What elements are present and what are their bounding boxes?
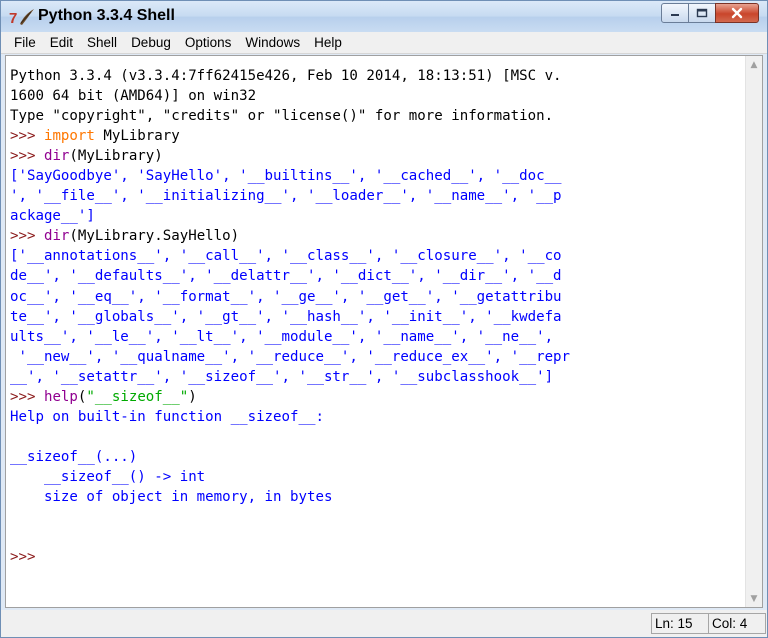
console-text: (MyLibrary) xyxy=(69,148,163,165)
console-line: 1600 64 bit (AMD64)] on win32 xyxy=(10,86,738,106)
console-line: size of object in memory, in bytes xyxy=(10,487,738,507)
close-icon xyxy=(731,7,743,19)
menu-bar: File Edit Shell Debug Options Windows He… xyxy=(1,32,767,54)
window-title: Python 3.3.4 Shell xyxy=(38,7,175,24)
console-text: ['__annotations__', '__call__', '__class… xyxy=(10,248,562,265)
title-bar[interactable]: 7 Python 3.3.4 Shell xyxy=(1,1,767,32)
console-line: ', '__file__', '__initializing__', '__lo… xyxy=(10,186,738,206)
shell-prompt: >>> xyxy=(10,388,44,405)
console-text: help xyxy=(43,388,78,405)
console-text: ackage__'] xyxy=(10,208,95,225)
svg-text:7: 7 xyxy=(9,10,17,27)
console-text: oc__', '__eq__', '__format__', '__ge__',… xyxy=(10,288,562,305)
console-text: te__', '__globals__', '__gt__', '__hash_… xyxy=(10,308,562,325)
menu-debug[interactable]: Debug xyxy=(124,35,178,50)
console-line: >>> dir(MyLibrary.SayHello) xyxy=(10,226,738,246)
console-line: ['SayGoodbye', 'SayHello', '__builtins__… xyxy=(10,166,738,186)
menu-file[interactable]: File xyxy=(7,35,43,50)
console-text: dir xyxy=(43,228,70,245)
console-line: __sizeof__() -> int xyxy=(10,467,738,487)
console-line: '__new__', '__qualname__', '__reduce__',… xyxy=(10,347,738,367)
console-line: >>> xyxy=(10,547,738,567)
console-line: de__', '__defaults__', '__delattr__', '_… xyxy=(10,266,738,286)
menu-edit[interactable]: Edit xyxy=(43,35,80,50)
scroll-up-button[interactable]: ▲ xyxy=(746,56,762,73)
console-line: ackage__'] xyxy=(10,206,738,226)
console-text: ults__', '__le__', '__lt__', '__module__… xyxy=(10,328,554,345)
vertical-scrollbar[interactable]: ▲ ▼ xyxy=(745,56,762,607)
console-text: __sizeof__() -> int xyxy=(10,468,206,485)
console-line: Help on built-in function __sizeof__: xyxy=(10,407,738,427)
minimize-icon xyxy=(671,14,679,16)
console-line: ['__annotations__', '__call__', '__class… xyxy=(10,246,738,266)
maximize-button[interactable] xyxy=(688,3,716,23)
console-text: Python 3.3.4 (v3.3.4:7ff62415e426, Feb 1… xyxy=(10,68,562,84)
console-line: >>> import MyLibrary xyxy=(10,126,738,146)
arrow-down-icon: ▼ xyxy=(750,593,758,604)
console-text: ['SayGoodbye', 'SayHello', '__builtins__… xyxy=(10,168,562,185)
console-line: Type "copyright", "credits" or "license(… xyxy=(10,106,738,126)
menu-shell[interactable]: Shell xyxy=(80,35,124,50)
shell-prompt: >>> xyxy=(10,128,44,145)
shell-text-area[interactable]: Python 3.3.4 (v3.3.4:7ff62415e426, Feb 1… xyxy=(5,55,763,608)
close-button[interactable] xyxy=(715,3,759,23)
arrow-up-icon: ▲ xyxy=(750,59,758,70)
status-line-number: Ln: 15 xyxy=(651,613,709,634)
console-line: >>> help("__sizeof__") xyxy=(10,387,738,407)
console-line: __', '__setattr__', '__sizeof__', '__str… xyxy=(10,367,738,387)
console-text: ) xyxy=(188,388,197,405)
console-text: __', '__setattr__', '__sizeof__', '__str… xyxy=(10,368,554,385)
minimize-button[interactable] xyxy=(661,3,689,23)
console-text: import xyxy=(43,128,95,145)
console-text: Type "copyright", "credits" or "license(… xyxy=(10,108,554,125)
console-text: Help on built-in function __sizeof__: xyxy=(10,408,324,425)
status-column-number: Col: 4 xyxy=(708,613,766,634)
console-line: te__', '__globals__', '__gt__', '__hash_… xyxy=(10,307,738,327)
console-text: (MyLibrary.SayHello) xyxy=(69,228,240,245)
shell-prompt: >>> xyxy=(10,148,44,165)
menu-windows[interactable]: Windows xyxy=(238,35,307,50)
console-text: size of object in memory, in bytes xyxy=(10,488,333,505)
window-controls xyxy=(661,3,759,25)
python-tk-feather-icon: 7 xyxy=(9,6,37,28)
console-output[interactable]: Python 3.3.4 (v3.3.4:7ff62415e426, Feb 1… xyxy=(10,66,738,567)
console-text: de__', '__defaults__', '__delattr__', '_… xyxy=(10,268,562,285)
console-line: oc__', '__eq__', '__format__', '__ge__',… xyxy=(10,287,738,307)
scroll-down-button[interactable]: ▼ xyxy=(746,590,762,607)
status-bar: Ln: 15 Col: 4 xyxy=(1,610,767,637)
console-text: MyLibrary xyxy=(94,128,180,145)
console-text: '__new__', '__qualname__', '__reduce__',… xyxy=(10,348,571,365)
console-text: dir xyxy=(43,148,70,165)
console-text: 1600 64 bit (AMD64)] on win32 xyxy=(10,88,257,105)
console-line: ults__', '__le__', '__lt__', '__module__… xyxy=(10,327,738,347)
menu-options[interactable]: Options xyxy=(178,35,239,50)
menu-help[interactable]: Help xyxy=(307,35,349,50)
shell-prompt: >>> xyxy=(10,549,44,566)
maximize-icon xyxy=(696,8,708,18)
console-text: "__sizeof__" xyxy=(86,388,189,405)
console-line: __sizeof__(...) xyxy=(10,447,738,467)
console-text: ', '__file__', '__initializing__', '__lo… xyxy=(10,188,562,205)
idle-shell-window: 7 Python 3.3.4 Shell File Edit Shell Deb… xyxy=(0,0,768,638)
console-line: Python 3.3.4 (v3.3.4:7ff62415e426, Feb 1… xyxy=(10,66,738,86)
shell-prompt: >>> xyxy=(10,228,44,245)
console-text: __sizeof__(...) xyxy=(10,448,138,465)
console-line: >>> dir(MyLibrary) xyxy=(10,146,738,166)
